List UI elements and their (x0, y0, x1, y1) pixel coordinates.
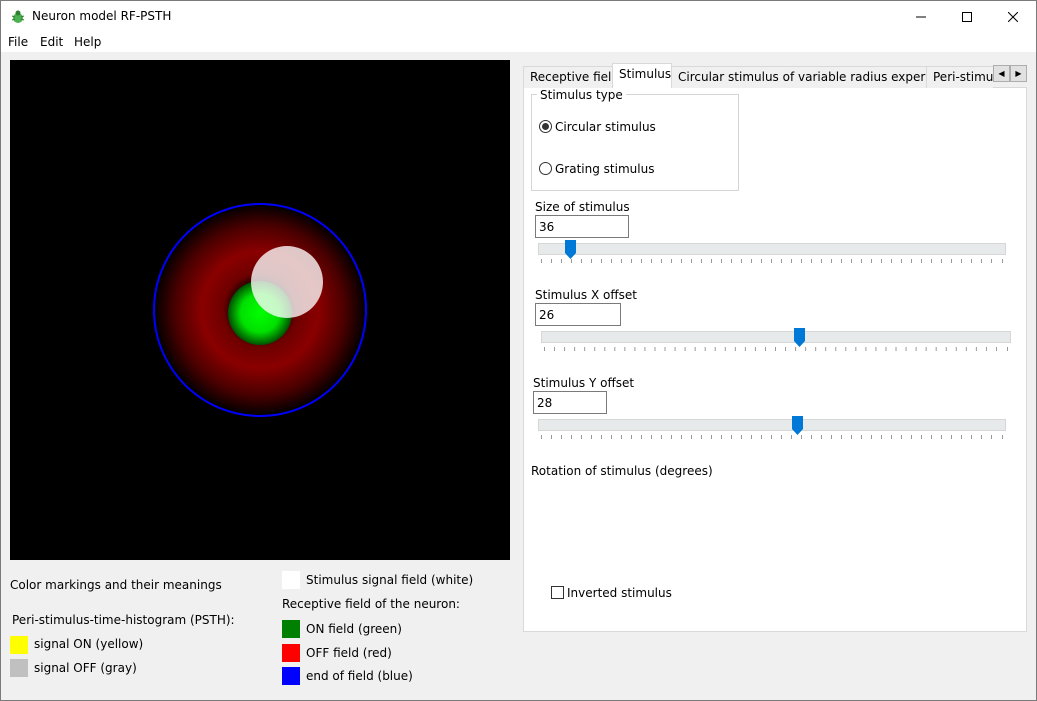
arrow-right-icon: ▶ (1015, 69, 1022, 78)
tab-scroll-right-button[interactable]: ▶ (1010, 65, 1027, 82)
tab-strip: Receptive field Stimulus Circular stimul… (523, 63, 993, 88)
tab-psth[interactable]: Peri-stimul (926, 66, 993, 88)
rotation-label: Rotation of stimulus (degrees) (531, 464, 713, 478)
maximize-button[interactable] (944, 1, 990, 32)
psth-title: Peri-stimulus-time-histogram (PSTH): (12, 613, 235, 627)
y-offset-input[interactable] (533, 391, 607, 414)
x-offset-input[interactable] (535, 303, 621, 326)
tab-receptive-field[interactable]: Receptive field (523, 66, 619, 88)
menu-edit[interactable]: Edit (40, 35, 63, 49)
swatch-yellow (10, 636, 28, 654)
x-offset-slider-ticks (544, 347, 1008, 351)
receptive-field-drawing (153, 203, 367, 417)
minimize-icon (916, 16, 926, 17)
arrow-left-icon: ◀ (998, 69, 1005, 78)
grating-stimulus-label[interactable]: Grating stimulus (555, 162, 654, 176)
y-offset-label: Stimulus Y offset (533, 376, 635, 390)
menu-file[interactable]: File (8, 35, 28, 49)
rf-title: Receptive field of the neuron: (282, 597, 460, 611)
x-offset-label: Stimulus X offset (535, 288, 637, 302)
app-window: Neuron model RF-PSTH File Edit Help Colo… (0, 0, 1037, 701)
swatch-blue (282, 667, 300, 685)
legend-end-field: end of field (blue) (306, 669, 413, 683)
swatch-gray (10, 659, 28, 677)
legend-signal-off: signal OFF (gray) (34, 661, 137, 675)
size-label: Size of stimulus (535, 200, 630, 214)
swatch-red (282, 644, 300, 662)
y-offset-slider-track[interactable] (538, 419, 1006, 431)
circular-stimulus-radio[interactable] (539, 120, 552, 133)
size-slider-thumb[interactable] (565, 240, 576, 259)
maximize-icon (962, 11, 972, 22)
x-offset-slider-track[interactable] (541, 331, 1011, 343)
menu-help[interactable]: Help (74, 35, 101, 49)
inverted-stimulus-label[interactable]: Inverted stimulus (567, 586, 672, 600)
receptive-field-canvas[interactable] (10, 60, 510, 560)
tab-circular-experiment[interactable]: Circular stimulus of variable radius exp… (671, 66, 960, 88)
close-icon (1008, 11, 1018, 22)
size-slider-ticks (541, 259, 1003, 263)
size-input[interactable] (535, 215, 629, 238)
bug-icon (11, 10, 25, 23)
x-offset-slider-thumb[interactable] (794, 328, 805, 347)
minimize-button[interactable] (898, 1, 944, 32)
window-title: Neuron model RF-PSTH (32, 9, 172, 23)
tab-stimulus[interactable]: Stimulus (612, 63, 672, 88)
title-bar: Neuron model RF-PSTH (1, 1, 1036, 32)
grating-stimulus-radio[interactable] (539, 162, 552, 175)
swatch-green (282, 620, 300, 638)
inverted-stimulus-checkbox[interactable] (551, 586, 564, 599)
stimulus-type-group (531, 94, 739, 191)
size-slider-track[interactable] (538, 243, 1006, 255)
circular-stimulus-label[interactable]: Circular stimulus (555, 120, 656, 134)
menu-bar: File Edit Help (1, 32, 1036, 52)
close-button[interactable] (990, 1, 1036, 32)
y-offset-slider-thumb[interactable] (792, 416, 803, 435)
y-offset-slider-ticks (541, 435, 1003, 439)
legend-signal-on: signal ON (yellow) (34, 637, 144, 651)
legend-heading: Color markings and their meanings (10, 578, 222, 592)
swatch-white (282, 571, 300, 589)
legend-stimulus-field: Stimulus signal field (white) (306, 573, 474, 587)
stimulus-circle (251, 246, 323, 318)
tab-scroll-left-button[interactable]: ◀ (993, 65, 1010, 82)
stimulus-type-title: Stimulus type (537, 88, 626, 102)
legend-on-field: ON field (green) (306, 622, 402, 636)
legend-off-field: OFF field (red) (306, 646, 392, 660)
